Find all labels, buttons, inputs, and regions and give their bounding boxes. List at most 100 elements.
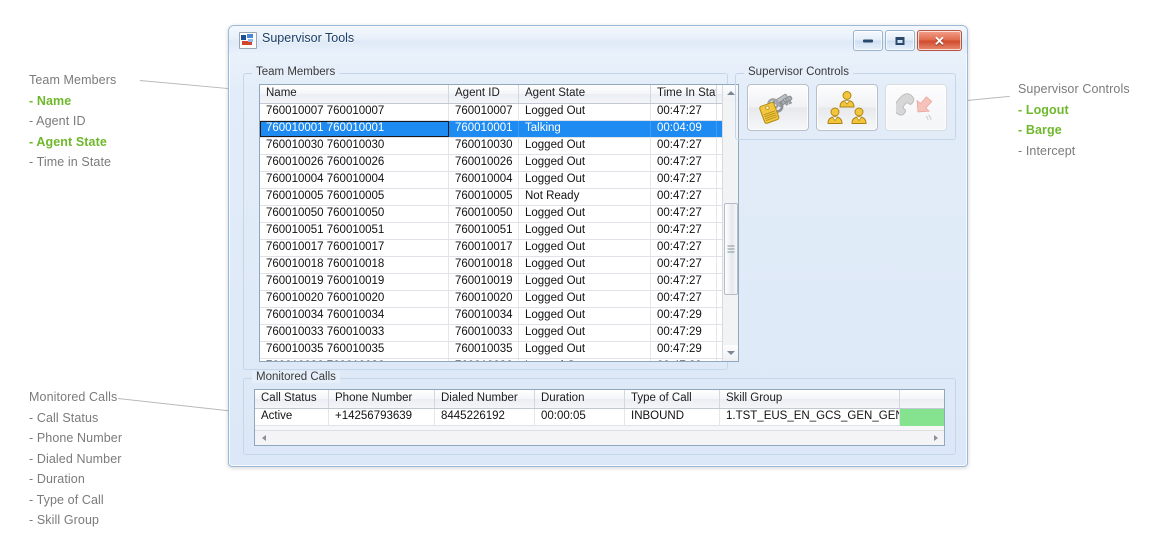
cell-time-in-state: 00:47:27 (651, 257, 717, 273)
cell-duration: 00:00:05 (535, 409, 625, 426)
supervisor-controls-groupbox: Supervisor Controls (735, 66, 956, 140)
minimize-button[interactable] (853, 30, 883, 51)
annotation-team-item-2: - Agent State (29, 134, 107, 149)
column-header-phone-number[interactable]: Phone Number (329, 390, 435, 408)
supervisor-control-buttons (747, 84, 947, 131)
cell-time-in-state: 00:47:27 (651, 189, 717, 205)
table-row[interactable]: 760010034 760010034 760010034 Logged Out 00… (260, 308, 738, 325)
cell-time-in-state: 00:47:27 (651, 206, 717, 222)
cell-agent-id: 760010020 (449, 291, 519, 307)
table-row[interactable]: 760010001 760010001 760010001 Talking 00:04… (260, 121, 738, 138)
annotation-supervisor-item-1: - Barge (1018, 123, 1062, 137)
barge-button[interactable] (816, 84, 878, 131)
cell-time-in-state: 00:47:27 (651, 104, 717, 120)
cell-agent-state: Logged Out (519, 308, 651, 324)
cell-agent-id: 760010034 (449, 308, 519, 324)
table-row[interactable]: 760010007 760010007 760010007 Logged Out 00… (260, 104, 738, 121)
table-row[interactable]: 760010018 760010018 760010018 Logged Out 00… (260, 257, 738, 274)
team-members-grid[interactable]: Name Agent ID Agent State Time In State … (259, 84, 739, 362)
supervisor-controls-group-title: Supervisor Controls (744, 66, 853, 78)
cell-agent-state: Talking (519, 121, 651, 137)
monitored-calls-horizontal-scrollbar[interactable] (255, 430, 944, 445)
minimize-icon (863, 39, 873, 42)
cell-time-in-state: 00:47:29 (651, 359, 717, 361)
column-header-agent-id[interactable]: Agent ID (449, 85, 519, 103)
scroll-down-button[interactable] (723, 345, 738, 361)
cell-name: 760010051 760010051 (260, 223, 449, 239)
annotation-team-members: Team Members - Name - Agent ID - Agent S… (29, 70, 116, 173)
supervisor-tools-window: Supervisor Tools ✕ Team Members Name Age… (228, 25, 968, 467)
table-row[interactable]: Active +14256793639 8445226192 00:00:05 … (255, 409, 944, 426)
cell-time-in-state: 00:47:29 (651, 325, 717, 341)
intercept-button[interactable] (885, 84, 947, 131)
cell-name: 760010033 760010033 (260, 325, 449, 341)
cell-type-of-call: INBOUND (625, 409, 720, 426)
monitored-calls-groupbox: Monitored Calls Call Status Phone Number… (243, 371, 956, 455)
close-icon: ✕ (934, 33, 945, 48)
cell-name: 760010004 760010004 (260, 172, 449, 188)
annotation-calls-heading: Monitored Calls (29, 390, 118, 404)
column-header-agent-state[interactable]: Agent State (519, 85, 651, 103)
cell-agent-state: Logged Out (519, 240, 651, 256)
window-titlebar[interactable]: Supervisor Tools ✕ (229, 26, 967, 54)
table-row[interactable]: 760010005 760010005 760010005 Not Ready 00:… (260, 189, 738, 206)
cell-agent-id: 760010026 (449, 155, 519, 171)
scroll-right-button[interactable] (928, 431, 943, 445)
table-row[interactable]: 760010026 760010026 760010026 Logged Out 00… (260, 155, 738, 172)
annotation-supervisor-heading: Supervisor Controls (1018, 82, 1130, 96)
annotation-supervisor-item-0: - Logout (1018, 102, 1069, 117)
column-header-duration[interactable]: Duration (535, 390, 625, 408)
cell-time-in-state: 00:04:09 (651, 121, 717, 137)
table-row[interactable]: 760010050 760010050 760010050 Logged Out 00… (260, 206, 738, 223)
table-row[interactable]: 760010019 760010019 760010019 Logged Out 00… (260, 274, 738, 291)
cell-agent-id: 760010001 (449, 121, 519, 137)
cell-agent-state: Logged Out (519, 291, 651, 307)
annotation-monitored-calls: Monitored Calls - Call Status - Phone Nu… (29, 387, 122, 531)
table-row[interactable]: 760010033 760010033 760010033 Logged Out 00… (260, 325, 738, 342)
team-members-groupbox: Team Members Name Agent ID Agent State T… (243, 66, 739, 370)
annotation-supervisor-item-2: - Intercept (1018, 143, 1076, 158)
table-row[interactable]: 760010017 760010017 760010017 Logged Out 00… (260, 240, 738, 257)
table-row[interactable]: 760010035 760010035 760010035 Logged Out 00… (260, 342, 738, 359)
team-members-group-title: Team Members (252, 66, 340, 78)
cell-time-in-state: 00:47:29 (651, 342, 717, 358)
maximize-button[interactable] (885, 30, 915, 51)
column-header-skill-group[interactable]: Skill Group (720, 390, 900, 408)
cell-agent-id: 760010007 (449, 104, 519, 120)
logout-button[interactable] (747, 84, 809, 131)
column-header-type-of-call[interactable]: Type of Call (625, 390, 720, 408)
chevron-down-icon (727, 351, 735, 355)
column-header-name[interactable]: Name (260, 85, 449, 103)
cell-name: 760010001 760010001 (260, 121, 449, 137)
status-badge (900, 409, 944, 426)
monitored-calls-header-row: Call Status Phone Number Dialed Number D… (255, 390, 944, 409)
table-row[interactable]: 760010030 760010030 760010030 Logged Out 00… (260, 138, 738, 155)
scroll-left-button[interactable] (256, 431, 271, 445)
cell-name: 760010035 760010035 (260, 342, 449, 358)
annotation-calls-item-5: - Skill Group (29, 513, 100, 527)
cell-agent-id: 760010051 (449, 223, 519, 239)
table-row[interactable]: 760010036 760010036760010036Logged Out00… (260, 359, 738, 361)
column-header-call-status[interactable]: Call Status (255, 390, 329, 408)
close-button[interactable]: ✕ (917, 30, 962, 51)
cell-agent-state: Not Ready (519, 189, 651, 205)
annotation-team-item-1: - Agent ID (29, 114, 86, 128)
monitored-calls-grid[interactable]: Call Status Phone Number Dialed Number D… (254, 389, 945, 446)
annotation-team-item-3: - Time in State (29, 155, 112, 169)
table-row[interactable]: 760010004 760010004 760010004 Logged Out 00… (260, 172, 738, 189)
maximize-icon (895, 36, 905, 45)
column-header-time-in-state[interactable]: Time In State (651, 85, 717, 103)
column-header-dialed-number[interactable]: Dialed Number (435, 390, 535, 408)
leader-line-team-members (139, 80, 240, 91)
cell-agent-id: 760010033 (449, 325, 519, 341)
annotation-calls-item-0: - Call Status (29, 410, 99, 425)
table-row[interactable]: 760010020 760010020 760010020 Logged Out 00… (260, 291, 738, 308)
cell-agent-id: 760010036 (449, 359, 519, 361)
chevron-up-icon (727, 91, 735, 95)
annotation-calls-item-3: - Duration (29, 472, 85, 486)
phone-arrow-icon (896, 92, 933, 120)
cell-name: 760010026 760010026 (260, 155, 449, 171)
table-row[interactable]: 760010051 760010051 760010051 Logged Out 00… (260, 223, 738, 240)
scrollbar-thumb[interactable] (724, 203, 738, 295)
cell-agent-state: Logged Out (519, 155, 651, 171)
